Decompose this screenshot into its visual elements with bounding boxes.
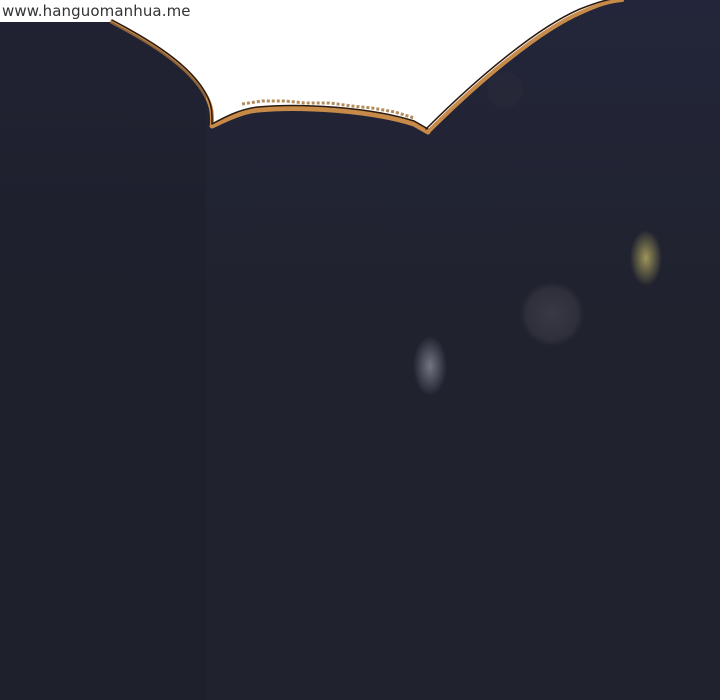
bokeh-light-yellow [630,230,662,286]
bokeh-light-gray [413,336,447,396]
bokeh-light-ring [520,282,584,346]
left-shadow [0,22,206,700]
bokeh-light-faint [487,72,523,108]
watermark-text: www.hanguomanhua.me [2,2,191,20]
panel-artwork [0,0,720,700]
comic-panel: www.hanguomanhua.me [0,0,720,700]
